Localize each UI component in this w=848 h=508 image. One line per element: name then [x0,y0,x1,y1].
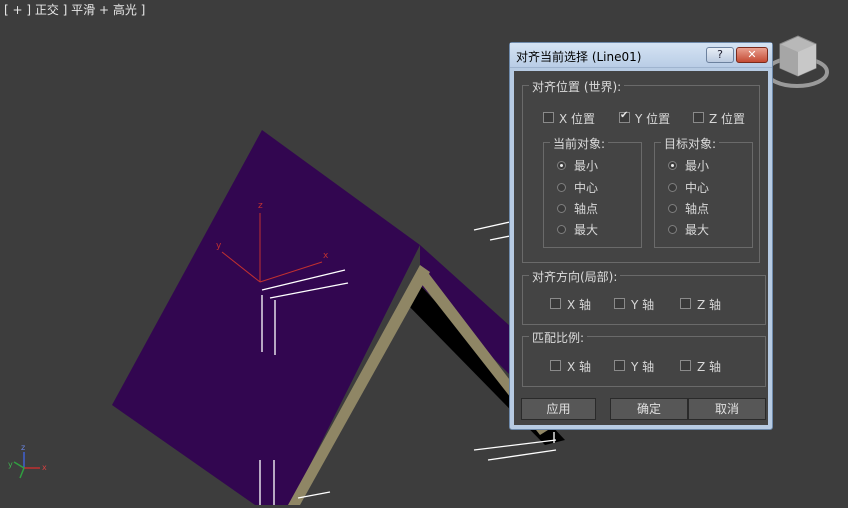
align-selection-dialog[interactable]: 对齐当前选择 (Line01) ? ✕ 对齐位置 (世界): X 位置 Y 位置… [509,42,773,430]
target-center-radio[interactable] [668,183,677,192]
current-max-radio[interactable] [557,225,566,234]
match-scale-group: 匹配比例: X 轴 Y 轴 Z 轴 [522,329,766,387]
target-pivot-label: 轴点 [685,202,710,216]
scale-y-label: Y 轴 [631,360,655,374]
current-pivot-label: 轴点 [574,202,599,216]
target-pivot-radio[interactable] [668,204,677,213]
z-position-checkbox[interactable] [693,112,704,123]
roof-left-face [112,130,420,505]
world-axis-tripod: z x y [8,443,47,479]
align-orientation-group: 对齐方向(局部): X 轴 Y 轴 Z 轴 [522,268,766,325]
target-object-legend: 目标对象: [661,135,720,152]
current-pivot-radio[interactable] [557,204,566,213]
current-object-group: 当前对象: 最小 中心 轴点 最大 [543,135,642,248]
target-max-radio[interactable] [668,225,677,234]
y-position-checkbox[interactable] [619,110,630,123]
gizmo-z-label: z [258,201,263,211]
target-min-label: 最小 [685,159,710,173]
target-object-group: 目标对象: 最小 中心 轴点 最大 [654,135,753,248]
scale-x-label: X 轴 [567,360,592,374]
apply-button[interactable]: 应用 [521,398,596,420]
orient-y-label: Y 轴 [631,298,655,312]
dialog-titlebar[interactable]: 对齐当前选择 (Line01) ? ✕ [510,43,772,68]
orient-z-label: Z 轴 [697,298,722,312]
x-position-checkbox[interactable] [543,112,554,123]
scale-y-checkbox[interactable] [614,360,625,371]
dialog-title: 对齐当前选择 (Line01) [516,50,642,64]
orient-x-checkbox[interactable] [550,298,561,309]
orient-x-label: X 轴 [567,298,592,312]
cancel-button[interactable]: 取消 [688,398,766,420]
target-center-label: 中心 [685,181,710,195]
align-position-legend: 对齐位置 (世界): [529,78,625,95]
tripod-y-label: y [8,460,13,469]
x-position-label: X 位置 [559,112,596,126]
scale-z-label: Z 轴 [697,360,722,374]
target-min-radio[interactable] [668,161,677,170]
current-center-radio[interactable] [557,183,566,192]
current-object-legend: 当前对象: [550,135,609,152]
ok-button[interactable]: 确定 [610,398,688,420]
gizmo-y-label: y [216,241,222,251]
current-min-radio[interactable] [557,161,566,170]
y-position-label: Y 位置 [635,112,671,126]
orient-y-checkbox[interactable] [614,298,625,309]
current-min-label: 最小 [574,159,599,173]
scale-x-checkbox[interactable] [550,360,561,371]
tripod-z-label: z [21,443,25,452]
tripod-x-label: x [42,463,47,472]
close-button[interactable]: ✕ [736,47,768,63]
help-button[interactable]: ? [706,47,734,63]
scale-z-checkbox[interactable] [680,360,691,371]
orient-z-checkbox[interactable] [680,298,691,309]
current-center-label: 中心 [574,181,599,195]
align-position-group: 对齐位置 (世界): X 位置 Y 位置 Z 位置 当前对象: 最小 中心 轴点… [522,78,760,263]
dialog-body: 对齐位置 (世界): X 位置 Y 位置 Z 位置 当前对象: 最小 中心 轴点… [514,71,768,425]
match-scale-legend: 匹配比例: [529,329,588,346]
align-orientation-legend: 对齐方向(局部): [529,268,621,285]
target-max-label: 最大 [685,223,710,237]
current-max-label: 最大 [574,223,599,237]
z-position-label: Z 位置 [709,112,746,126]
gizmo-x-label: x [323,251,329,261]
